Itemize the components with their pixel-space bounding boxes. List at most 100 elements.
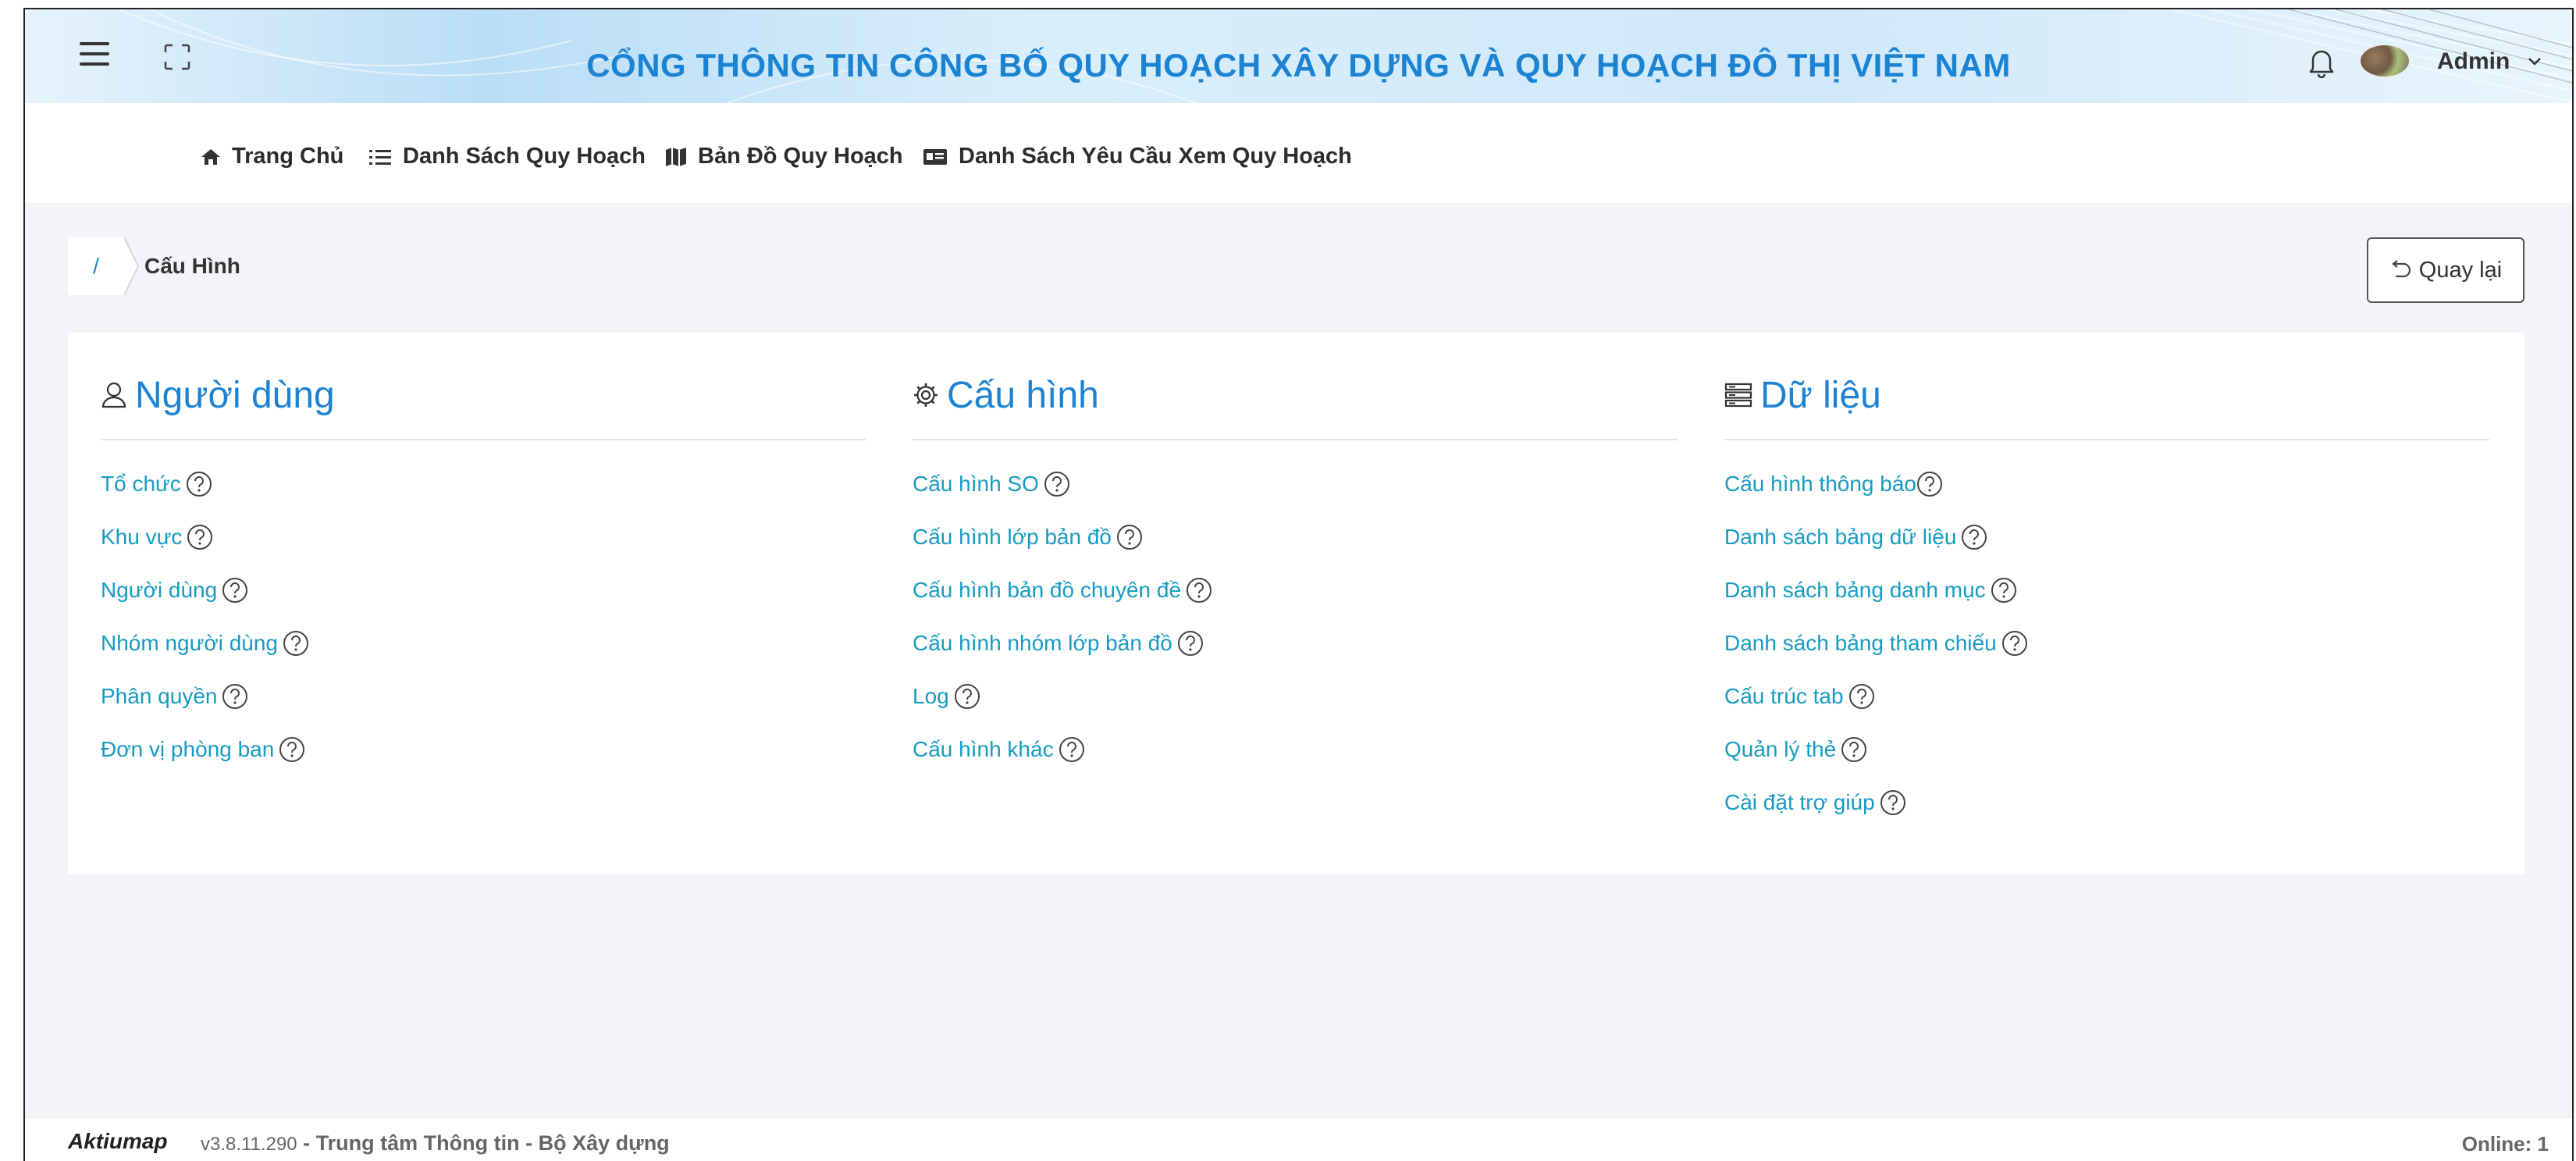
help-icon[interactable] bbox=[283, 630, 309, 657]
settings-link[interactable]: Danh sách bảng dữ liệu bbox=[1724, 511, 2489, 564]
breadcrumb-separator bbox=[124, 237, 140, 295]
link-label: Tổ chức bbox=[101, 472, 181, 496]
help-icon[interactable] bbox=[1116, 524, 1143, 550]
help-icon[interactable] bbox=[279, 736, 305, 763]
nav-item-home[interactable]: Trang Chủ bbox=[201, 144, 343, 169]
settings-link[interactable]: Cấu hình bản đồ chuyên đề bbox=[913, 564, 1678, 617]
link-label: Cấu hình thông báo bbox=[1724, 472, 1916, 496]
divider bbox=[913, 439, 1678, 440]
database-icon bbox=[1724, 383, 1752, 408]
nav-label: Trang Chủ bbox=[232, 144, 344, 169]
help-icon[interactable] bbox=[222, 577, 248, 604]
settings-link[interactable]: Danh sách bảng tham chiếu bbox=[1724, 617, 2489, 670]
app-version: v3.8.11.290 bbox=[201, 1134, 297, 1155]
help-icon[interactable] bbox=[1848, 683, 1875, 710]
help-icon[interactable] bbox=[954, 683, 980, 710]
nav-label: Bản Đồ Quy Hoạch bbox=[698, 144, 903, 169]
settings-link[interactable]: Tổ chức bbox=[101, 458, 866, 511]
settings-link[interactable]: Cài đặt trợ giúp bbox=[1724, 776, 2489, 829]
help-icon[interactable] bbox=[1044, 471, 1070, 497]
settings-link[interactable]: Cấu trúc tab bbox=[1724, 670, 2489, 723]
chevron-down-icon[interactable] bbox=[2527, 53, 2542, 69]
link-label: Cài đặt trợ giúp bbox=[1724, 790, 1875, 814]
link-label: Quản lý thẻ bbox=[1724, 737, 1837, 761]
breadcrumb-root[interactable]: / bbox=[68, 237, 124, 295]
nav-item-request-list[interactable]: Danh Sách Yêu Cầu Xem Quy Hoạch bbox=[923, 144, 1352, 169]
gear-icon bbox=[914, 383, 938, 407]
settings-link[interactable]: Cấu hình nhóm lớp bản đồ bbox=[913, 617, 1678, 670]
user-icon bbox=[101, 382, 126, 408]
help-icon[interactable] bbox=[1916, 471, 1943, 497]
back-button-label: Quay lại bbox=[2418, 257, 2503, 283]
link-label: Danh sách bảng tham chiếu bbox=[1724, 631, 1997, 655]
settings-link[interactable]: Cấu hình SO bbox=[913, 458, 1678, 511]
return-icon bbox=[2392, 260, 2411, 278]
divider bbox=[101, 439, 866, 440]
section-users: Người dùng Tổ chức Khu vực Người dùng Nh… bbox=[101, 372, 866, 776]
help-icon[interactable] bbox=[222, 683, 248, 710]
link-label: Cấu hình nhóm lớp bản đồ bbox=[913, 631, 1172, 655]
footer-logo: Aktiumap bbox=[68, 1129, 168, 1153]
list-icon bbox=[369, 149, 391, 165]
help-icon[interactable] bbox=[2001, 630, 2028, 657]
settings-card: Người dùng Tổ chức Khu vực Người dùng Nh… bbox=[68, 333, 2524, 874]
help-icon[interactable] bbox=[1880, 789, 1906, 816]
divider bbox=[1724, 439, 2489, 440]
section-data: Dữ liệu Cấu hình thông báo Danh sách bản… bbox=[1724, 372, 2489, 829]
top-header: CỔNG THÔNG TIN CÔNG BỐ QUY HOẠCH XÂY DỰN… bbox=[25, 9, 2572, 103]
section-title: Người dùng bbox=[135, 374, 335, 416]
link-label: Khu vực bbox=[101, 525, 183, 549]
settings-link[interactable]: Khu vực bbox=[101, 511, 866, 564]
avatar[interactable] bbox=[2359, 44, 2411, 78]
link-label: Người dùng bbox=[101, 578, 218, 602]
id-card-icon bbox=[923, 148, 947, 165]
nav-label: Danh Sách Quy Hoạch bbox=[403, 144, 646, 169]
settings-link[interactable]: Người dùng bbox=[101, 564, 866, 617]
link-label: Đơn vị phòng ban bbox=[101, 737, 275, 761]
help-icon[interactable] bbox=[1991, 577, 2017, 604]
link-label: Cấu hình khác bbox=[913, 737, 1054, 761]
map-icon bbox=[666, 147, 686, 166]
help-icon[interactable] bbox=[1186, 577, 1212, 604]
app-window: CỔNG THÔNG TIN CÔNG BỐ QUY HOẠCH XÂY DỰN… bbox=[23, 8, 2574, 1161]
link-label: Nhóm người dùng bbox=[101, 631, 279, 655]
nav-item-plan-map[interactable]: Bản Đồ Quy Hoạch bbox=[665, 144, 903, 169]
link-label: Phân quyền bbox=[101, 684, 218, 708]
nav-label: Danh Sách Yêu Cầu Xem Quy Hoạch bbox=[959, 144, 1352, 169]
breadcrumb-current: Cấu Hình bbox=[144, 254, 240, 278]
link-label: Cấu hình bản đồ chuyên đề bbox=[913, 578, 1182, 602]
site-title: CỔNG THÔNG TIN CÔNG BỐ QUY HOẠCH XÂY DỰN… bbox=[586, 47, 2011, 84]
section-title: Dữ liệu bbox=[1760, 374, 1881, 416]
help-icon[interactable] bbox=[1177, 630, 1204, 657]
settings-link[interactable]: Log bbox=[913, 670, 1678, 723]
bell-icon[interactable] bbox=[2308, 47, 2335, 78]
section-header: Cấu hình bbox=[913, 372, 1678, 418]
section-header: Dữ liệu bbox=[1724, 372, 2489, 418]
settings-link[interactable]: Danh sách bảng danh mục bbox=[1724, 564, 2489, 617]
settings-link[interactable]: Cấu hình lớp bản đồ bbox=[913, 511, 1678, 564]
section-config: Cấu hình Cấu hình SO Cấu hình lớp bản đồ… bbox=[913, 372, 1678, 776]
settings-link[interactable]: Phân quyền bbox=[101, 670, 866, 723]
back-button[interactable]: Quay lại bbox=[2367, 237, 2524, 303]
footer: Aktiumap v3.8.11.290 - Trung tâm Thông t… bbox=[25, 1117, 2572, 1161]
home-icon bbox=[201, 148, 220, 165]
footer-org: - Trung tâm Thông tin - Bộ Xây dựng bbox=[303, 1131, 670, 1155]
section-header: Người dùng bbox=[101, 372, 866, 418]
settings-link[interactable]: Cấu hình khác bbox=[913, 723, 1678, 776]
help-icon[interactable] bbox=[187, 524, 213, 550]
settings-link[interactable]: Nhóm người dùng bbox=[101, 617, 866, 670]
help-icon[interactable] bbox=[186, 471, 212, 497]
nav-item-plan-list[interactable]: Danh Sách Quy Hoạch bbox=[368, 144, 646, 169]
help-icon[interactable] bbox=[1059, 736, 1085, 763]
settings-link[interactable]: Quản lý thẻ bbox=[1724, 723, 2489, 776]
settings-link[interactable]: Cấu hình thông báo bbox=[1724, 458, 2489, 511]
breadcrumb: / Cấu Hình bbox=[68, 237, 396, 295]
user-name[interactable]: Admin bbox=[2437, 48, 2510, 75]
link-label: Danh sách bảng dữ liệu bbox=[1724, 525, 1957, 549]
link-label: Danh sách bảng danh mục bbox=[1724, 578, 1986, 602]
link-label: Log bbox=[913, 684, 949, 708]
settings-link[interactable]: Đơn vị phòng ban bbox=[101, 723, 866, 776]
help-icon[interactable] bbox=[1841, 736, 1867, 763]
link-label: Cấu trúc tab bbox=[1724, 684, 1844, 708]
help-icon[interactable] bbox=[1961, 524, 1987, 550]
